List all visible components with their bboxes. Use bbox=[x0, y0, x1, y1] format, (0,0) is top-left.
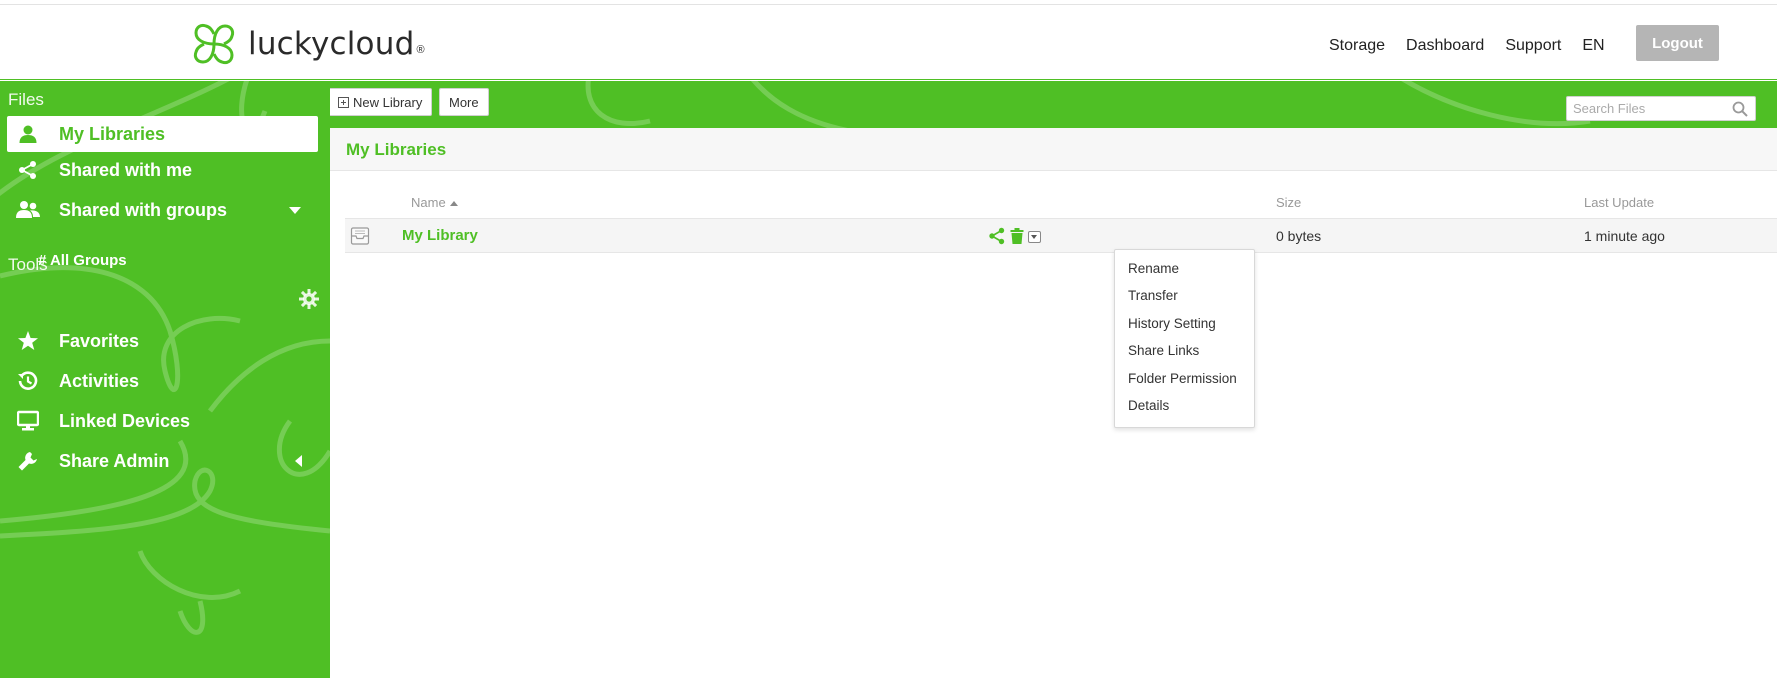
sidebar-item-label: My Libraries bbox=[59, 123, 166, 144]
table-row[interactable]: My Library 0 bytes 1 minute ago bbox=[345, 218, 1777, 253]
main-content: My Libraries Name Size Last Update My Li… bbox=[330, 128, 1777, 678]
library-size: 0 bytes bbox=[1276, 228, 1322, 244]
gear-icon[interactable] bbox=[298, 288, 320, 310]
sidebar-item-label: Shared with groups bbox=[59, 199, 228, 220]
sidebar-item-all-groups[interactable]: # All Groups bbox=[38, 252, 127, 269]
new-library-label: New Library bbox=[353, 94, 423, 110]
sidebar-item-my-libraries[interactable]: My Libraries bbox=[7, 116, 318, 152]
nav-dashboard[interactable]: Dashboard bbox=[1406, 37, 1484, 55]
chevron-down-icon[interactable] bbox=[289, 207, 301, 214]
page-title: My Libraries bbox=[346, 140, 447, 159]
menu-item-share-links[interactable]: Share Links bbox=[1128, 343, 1199, 358]
brand-name: luckycloud bbox=[248, 26, 415, 62]
wrench-icon bbox=[16, 449, 40, 473]
column-header-name[interactable]: Name bbox=[411, 195, 458, 210]
column-header-size[interactable]: Size bbox=[1276, 195, 1301, 210]
brand-logo[interactable]: luckycloud ® bbox=[190, 20, 425, 68]
sidebar: Files My Libraries Shared with me Shared… bbox=[0, 81, 330, 678]
library-last-update: 1 minute ago bbox=[1584, 228, 1665, 244]
menu-item-rename[interactable]: Rename bbox=[1128, 261, 1179, 276]
sidebar-item-label: Share Admin bbox=[59, 450, 170, 471]
header: luckycloud ® Storage Dashboard Support E… bbox=[0, 5, 1777, 80]
sidebar-item-shared-with-me[interactable]: Shared with me bbox=[7, 152, 318, 188]
history-icon bbox=[16, 369, 40, 393]
menu-item-folder-permission[interactable]: Folder Permission bbox=[1128, 371, 1237, 386]
monitor-icon bbox=[16, 409, 40, 433]
sidebar-item-label: Shared with me bbox=[59, 159, 193, 180]
nav-storage[interactable]: Storage bbox=[1329, 37, 1385, 55]
library-icon bbox=[350, 227, 370, 245]
nav-language[interactable]: EN bbox=[1582, 37, 1604, 55]
search-icon[interactable] bbox=[1732, 101, 1748, 117]
files-heading: Files bbox=[8, 90, 44, 109]
sidebar-item-share-admin[interactable]: Share Admin bbox=[7, 443, 318, 479]
library-operations-menu: Rename Transfer History Setting Share Li… bbox=[1114, 249, 1255, 428]
menu-item-transfer[interactable]: Transfer bbox=[1128, 288, 1178, 303]
sidebar-item-label: Activities bbox=[59, 370, 140, 391]
sort-ascending-icon bbox=[449, 201, 458, 207]
share-icon bbox=[16, 158, 40, 182]
search-box bbox=[1566, 96, 1756, 121]
nav-support[interactable]: Support bbox=[1505, 37, 1561, 55]
menu-item-details[interactable]: Details bbox=[1128, 398, 1169, 413]
sidebar-item-shared-with-groups[interactable]: Shared with groups bbox=[7, 192, 318, 228]
sidebar-item-linked-devices[interactable]: Linked Devices bbox=[7, 403, 318, 439]
chevron-down-icon[interactable] bbox=[1028, 231, 1041, 243]
share-icon[interactable] bbox=[988, 227, 1006, 245]
logout-button[interactable]: Logout bbox=[1636, 25, 1719, 61]
top-navigation: Storage Dashboard Support EN bbox=[1329, 37, 1626, 55]
library-name-link[interactable]: My Library bbox=[402, 227, 478, 244]
toolbar: New Library More bbox=[330, 81, 1777, 128]
new-library-button[interactable]: New Library bbox=[330, 88, 433, 116]
decorative-swirl-background bbox=[585, 81, 1591, 128]
sidebar-item-favorites[interactable]: Favorites bbox=[7, 323, 318, 359]
column-header-last-update[interactable]: Last Update bbox=[1584, 195, 1654, 210]
chevron-left-icon[interactable] bbox=[295, 455, 302, 467]
tools-heading: Tools bbox=[8, 255, 48, 274]
more-button[interactable]: More bbox=[439, 88, 489, 116]
registered-mark: ® bbox=[416, 44, 425, 56]
trash-icon[interactable] bbox=[1008, 227, 1026, 245]
search-input[interactable] bbox=[1567, 97, 1727, 120]
title-bar: My Libraries bbox=[330, 128, 1777, 171]
plus-square-icon bbox=[338, 96, 349, 108]
sidebar-item-label: Linked Devices bbox=[59, 410, 191, 431]
user-icon bbox=[16, 122, 40, 146]
star-icon bbox=[16, 329, 40, 353]
sidebar-item-label: Favorites bbox=[59, 330, 140, 351]
column-header-name-label: Name bbox=[411, 195, 446, 210]
menu-item-history-setting[interactable]: History Setting bbox=[1128, 316, 1216, 331]
sidebar-item-activities[interactable]: Activities bbox=[7, 363, 318, 399]
group-icon bbox=[16, 198, 40, 222]
clover-logo-icon bbox=[193, 23, 235, 65]
